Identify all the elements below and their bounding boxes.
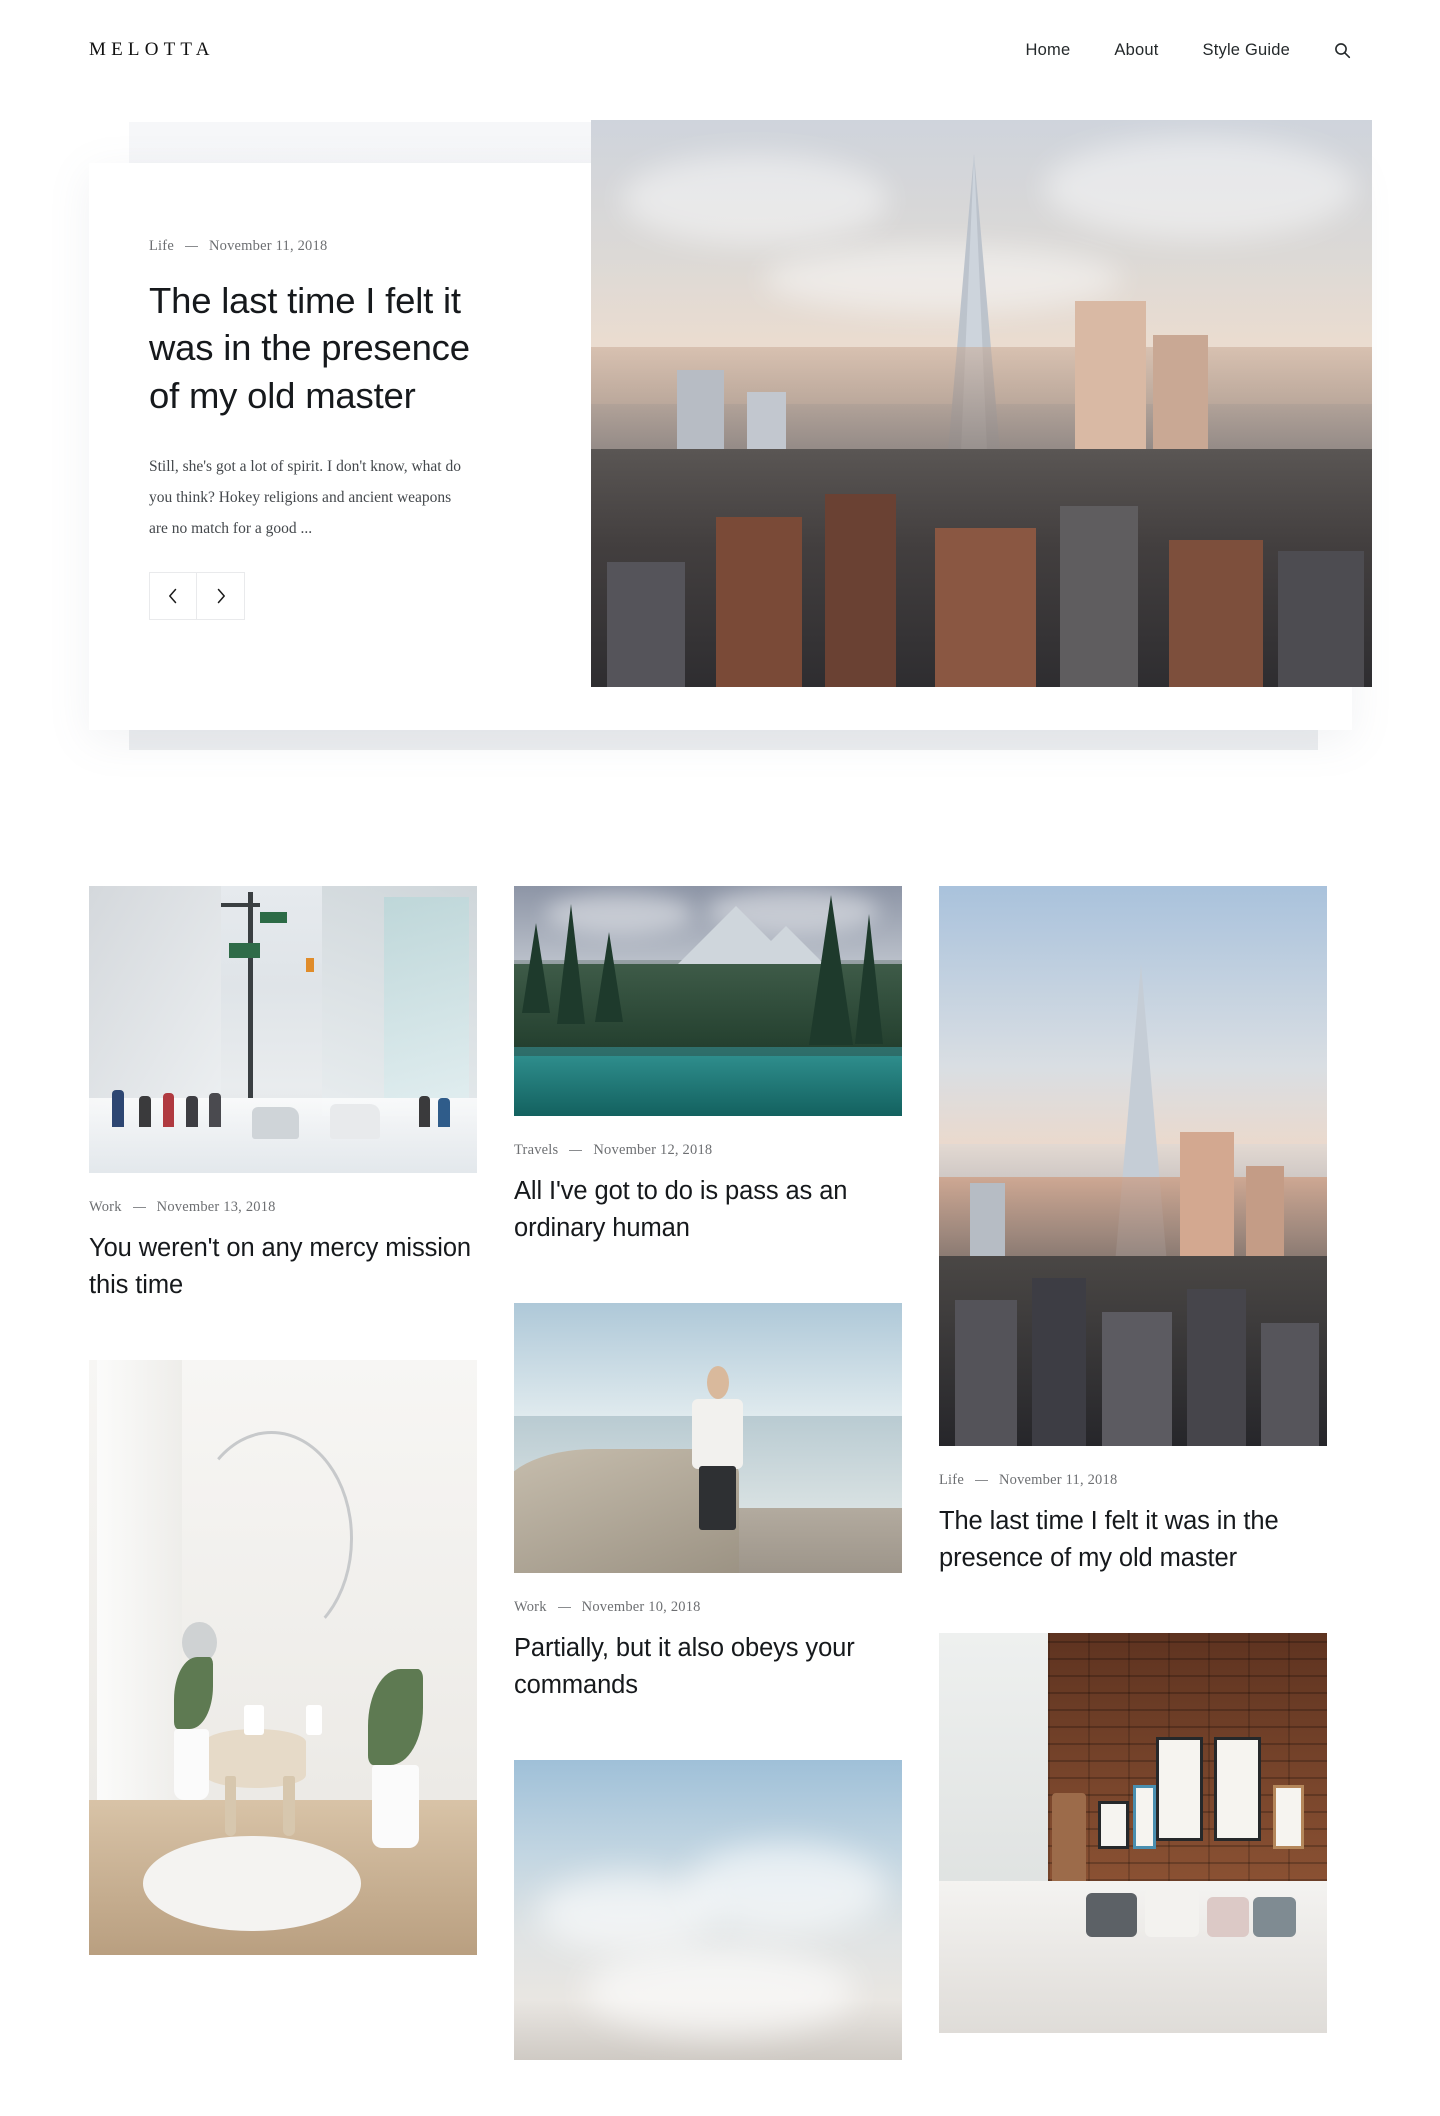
nav-item-about[interactable]: About	[1092, 41, 1180, 60]
slider-prev-button[interactable]	[149, 572, 197, 621]
meta-dash-separator	[974, 1480, 988, 1481]
meta-dash-separator	[557, 1606, 571, 1608]
post-meta: Work November 10, 2018	[514, 1599, 902, 1616]
snowy-city-street-photo	[89, 886, 477, 1173]
grid-column-2: Travels November 12, 2018 All I've got t…	[514, 886, 902, 2116]
post-card-title-link[interactable]: The last time I felt it was in the prese…	[939, 1507, 1279, 1572]
site-header: MELOTTA Home About Style Guide	[0, 0, 1440, 100]
post-card: Work November 13, 2018 You weren't on an…	[89, 886, 477, 1304]
post-thumbnail[interactable]	[939, 1632, 1327, 2033]
post-date: November 12, 2018	[593, 1142, 713, 1158]
post-card-title-link[interactable]: Partially, but it also obeys your comman…	[514, 1634, 855, 1699]
search-toggle-button[interactable]	[1312, 42, 1351, 59]
post-date: November 13, 2018	[156, 1199, 276, 1215]
post-card: Work November 10, 2018 Partially, but it…	[514, 1302, 902, 1704]
clouds-sky-photo	[514, 1759, 902, 2060]
nav-item-home[interactable]: Home	[1004, 41, 1093, 60]
shard-london-skyline-photo	[939, 886, 1327, 1446]
post-card-title: The last time I felt it was in the prese…	[939, 1503, 1327, 1577]
hero-slider-controls	[149, 572, 531, 621]
post-category-link[interactable]: Life	[939, 1472, 964, 1489]
slider-next-button[interactable]	[197, 572, 245, 621]
hero-featured-post: Life November 11, 2018 The last time I f…	[89, 120, 1372, 730]
post-card	[514, 1759, 902, 2060]
post-meta: Travels November 12, 2018	[514, 1142, 902, 1159]
hero-post-title: The last time I felt it was in the prese…	[149, 277, 479, 419]
search-icon	[1334, 42, 1351, 59]
post-category-link[interactable]: Work	[514, 1599, 547, 1616]
photographer-on-beach-photo	[514, 1302, 902, 1573]
post-card	[939, 1632, 1327, 2033]
post-card-body: Life November 11, 2018 The last time I f…	[939, 1446, 1327, 1577]
post-thumbnail[interactable]	[89, 1359, 477, 1955]
grid-column-3: Life November 11, 2018 The last time I f…	[939, 886, 1327, 2116]
post-card: Travels November 12, 2018 All I've got t…	[514, 886, 902, 1247]
post-card-title: Partially, but it also obeys your comman…	[514, 1630, 902, 1704]
hero-text-column: Life November 11, 2018 The last time I f…	[89, 163, 591, 730]
post-thumbnail[interactable]	[514, 1302, 902, 1573]
post-date: November 11, 2018	[998, 1472, 1118, 1488]
meta-dash-separator	[132, 1207, 146, 1208]
post-thumbnail[interactable]	[89, 886, 477, 1173]
post-thumbnail[interactable]	[939, 886, 1327, 1446]
meta-dash-separator	[569, 1150, 583, 1151]
grid-column-1: Work November 13, 2018 You weren't on an…	[89, 886, 477, 2116]
chevron-right-icon	[216, 588, 226, 604]
mountain-lake-forest-photo	[514, 886, 902, 1116]
post-card	[89, 1359, 477, 1955]
post-card: Life November 11, 2018 The last time I f…	[939, 886, 1327, 1577]
bedroom-brick-wall-photo	[939, 1632, 1327, 2033]
post-thumbnail[interactable]	[514, 1759, 902, 2060]
post-card-body: Work November 13, 2018 You weren't on an…	[89, 1173, 477, 1304]
post-meta: Life November 11, 2018	[939, 1472, 1327, 1489]
post-card-body: Travels November 12, 2018 All I've got t…	[514, 1116, 902, 1247]
post-grid: Work November 13, 2018 You weren't on an…	[0, 886, 1440, 2116]
post-category-link[interactable]: Work	[89, 1199, 122, 1216]
hero-post-image[interactable]	[591, 120, 1372, 687]
post-card-title: All I've got to do is pass as an ordinar…	[514, 1173, 902, 1247]
site-logo[interactable]: MELOTTA	[89, 39, 215, 61]
post-card-title: You weren't on any mercy mission this ti…	[89, 1230, 477, 1304]
hero-post-excerpt: Still, she's got a lot of spirit. I don'…	[149, 458, 461, 538]
post-meta: Work November 13, 2018	[89, 1199, 477, 1216]
meta-dash-separator	[184, 246, 198, 247]
post-card-body: Work November 10, 2018 Partially, but it…	[514, 1573, 902, 1704]
white-interior-room-photo	[89, 1359, 477, 1955]
city-skyline-photo	[591, 120, 1372, 687]
hero-post-meta: Life November 11, 2018	[149, 238, 531, 255]
hero-post-title-link[interactable]: The last time I felt it was in the prese…	[149, 280, 470, 416]
hero-post-date: November 11, 2018	[208, 238, 328, 254]
nav-item-style-guide[interactable]: Style Guide	[1181, 41, 1313, 60]
post-card-title-link[interactable]: You weren't on any mercy mission this ti…	[89, 1234, 471, 1299]
post-thumbnail[interactable]	[514, 886, 902, 1116]
chevron-left-icon	[168, 588, 178, 604]
hero-slider: Life November 11, 2018 The last time I f…	[0, 120, 1440, 800]
primary-navigation: Home About Style Guide	[1004, 41, 1351, 60]
post-date: November 10, 2018	[581, 1598, 701, 1615]
hero-category-link[interactable]: Life	[149, 238, 174, 255]
post-category-link[interactable]: Travels	[514, 1142, 558, 1159]
post-card-title-link[interactable]: All I've got to do is pass as an ordinar…	[514, 1177, 847, 1242]
